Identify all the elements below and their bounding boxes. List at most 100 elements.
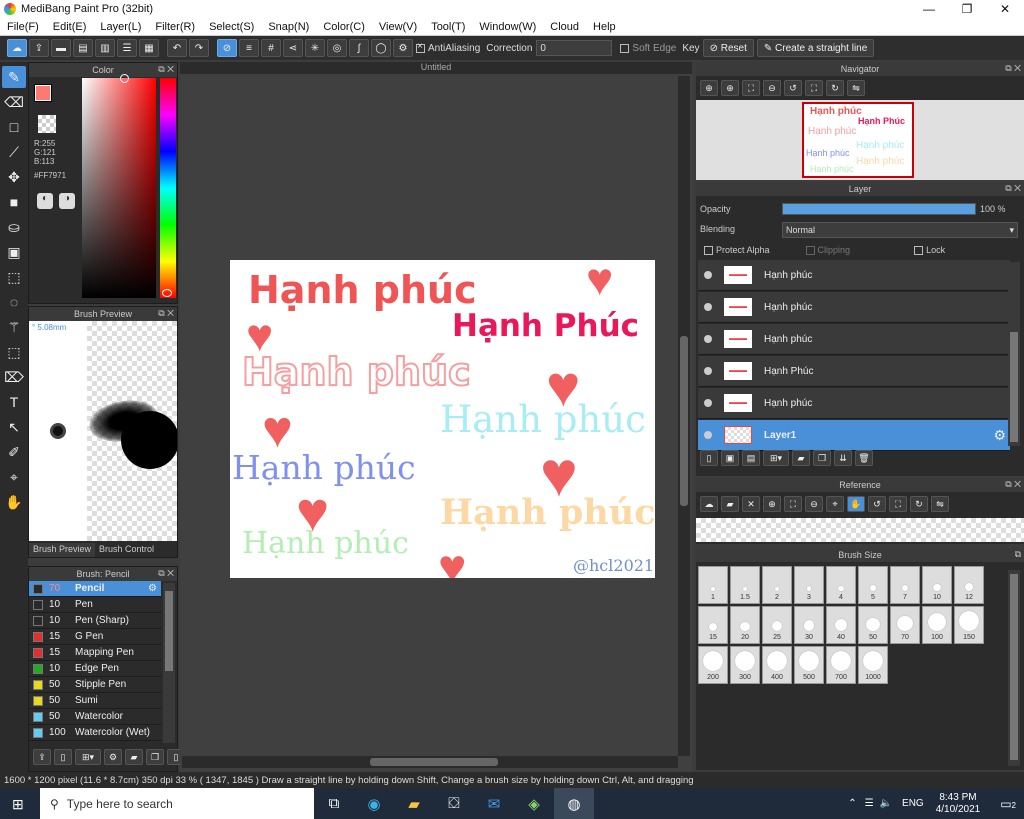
opacity-slider[interactable] [782,203,976,215]
menu-help[interactable]: Help [586,21,623,33]
cloud-icon[interactable]: ☁ [7,39,27,57]
snap-cross-icon[interactable]: # [261,39,281,57]
blending-select[interactable]: Normal ▾ [782,222,1018,238]
protect-alpha-checkbox[interactable] [704,245,713,255]
magic-wand-tool-icon[interactable]: ⚚ [2,316,26,338]
brush-size-option[interactable]: 100 [922,606,952,644]
vertical-scrollbar[interactable] [678,76,690,756]
brush-item[interactable]: 10 Pen [29,597,161,613]
folder-icon[interactable]: ▰ [125,749,143,765]
brush-size-option[interactable]: 500 [794,646,824,684]
menu-filter[interactable]: Filter(R) [148,21,202,33]
gradient-tool-icon[interactable]: ▣ [2,241,26,263]
flip-icon[interactable]: ⇋ [847,80,865,96]
layer-folder-icon[interactable]: ▰ [792,450,810,466]
volume-icon[interactable]: 🔈 [880,798,892,809]
brush-size-option[interactable]: 3 [794,566,824,604]
rotate-left-icon[interactable]: ↺ [868,496,886,512]
rect-tool-icon[interactable]: □ [2,116,26,138]
brush-tool-icon[interactable]: ✎ [2,66,26,88]
zoom-in-icon[interactable]: ⊕ [763,496,781,512]
hand-icon[interactable]: ✋ [847,496,865,512]
panel-close-icon[interactable]: ⧉ ✕ [158,568,174,579]
reference-view[interactable] [696,518,1024,542]
brush-item[interactable]: 10 Pen (Sharp) [29,613,161,629]
antialiasing-checkbox[interactable] [416,41,425,53]
reset-button[interactable]: ⊘ Reset [702,39,754,57]
fit-icon[interactable]: ⛶ [784,496,802,512]
medibang-taskbar-icon[interactable]: ◍ [554,788,594,819]
language-indicator[interactable]: ENG [902,798,924,809]
snap-off-icon[interactable]: ⊘ [217,39,237,57]
menu-color[interactable]: Color(C) [316,21,372,33]
operation-tool-icon[interactable]: ↖ [2,416,26,438]
brush-size-option[interactable]: 300 [730,646,760,684]
chevron-up-icon[interactable]: ⌃ [848,798,856,809]
primary-color-swatch[interactable] [34,84,52,102]
layer-item[interactable]: Layer1 ⚙ [698,420,1010,451]
open-reference-icon[interactable]: ▰ [721,496,739,512]
flip-icon[interactable]: ⇋ [931,496,949,512]
brush-size-option[interactable]: 4 [826,566,856,604]
maximize-button[interactable]: ❐ [948,0,986,18]
divide-tool-icon[interactable]: ✐ [2,441,26,463]
layer-item[interactable]: ▬▬▬ Hạnh Phúc [698,356,1010,387]
list-icon[interactable]: ☰ [117,39,137,57]
reset-view-icon[interactable]: ⛶ [889,496,907,512]
eraser-tool-icon[interactable]: ⌫ [2,91,26,113]
line-tool-icon[interactable]: ⟋ [2,141,26,163]
app-icon[interactable]: ◈ [514,788,554,819]
layer-item[interactable]: ▬▬▬ Hạnh phúc [698,292,1010,323]
brush-size-option[interactable]: 40 [826,606,856,644]
task-view-icon[interactable]: ⧉ [314,788,354,819]
drawing-canvas[interactable]: Hạnh phúc Hạnh Phúc Hạnh phúc Hạnh phúc … [230,260,655,578]
layer-visibility-icon[interactable] [704,335,712,343]
layer-item[interactable]: ▬▬▬ Hạnh phúc [698,324,1010,355]
transparent-swatch[interactable] [38,115,56,133]
panel-close-icon[interactable]: ⧉ ✕ [1005,183,1021,194]
tab-brush-preview[interactable]: Brush Preview [29,543,96,557]
zoom-icon[interactable]: ⊕ [700,80,718,96]
merge-layer-icon[interactable]: ⇊ [834,450,852,466]
panel-close-icon[interactable]: ⧉ [1015,549,1021,560]
brush-settings-icon[interactable]: ⚙ [104,749,122,765]
share-icon[interactable]: ⇪ [29,39,49,57]
snap-radial-icon[interactable]: ✳ [305,39,325,57]
brush-size-option[interactable]: 20 [730,606,760,644]
document-tab[interactable]: Untitled [180,62,692,74]
snap-curve-icon[interactable]: ∫ [349,39,369,57]
layer-settings-icon[interactable]: ⚙ [993,427,1006,444]
move-tool-icon[interactable]: ✥ [2,166,26,188]
brush-size-option[interactable]: 70 [890,606,920,644]
brush-size-option[interactable]: 25 [762,606,792,644]
redo-icon[interactable]: ↷ [189,39,209,57]
layer-scroll-thumb[interactable] [1010,332,1018,442]
brush-item[interactable]: 10 Edge Pen [29,661,161,677]
zoom-out-icon[interactable]: ⊖ [805,496,823,512]
snap-vanish-icon[interactable]: ⋖ [283,39,303,57]
brush-size-option[interactable]: 50 [858,606,888,644]
scroll-thumb[interactable] [165,591,173,671]
brush-size-option[interactable]: 15 [698,606,728,644]
menu-cloud[interactable]: Cloud [543,21,586,33]
brush-size-option[interactable]: 200 [698,646,728,684]
brush-size-scrollbar[interactable] [1008,570,1020,766]
fit-icon[interactable]: ⛶ [742,80,760,96]
mail-icon[interactable]: ✉ [474,788,514,819]
new-8bit-layer-icon[interactable]: ▤ [742,450,760,466]
menu-tool[interactable]: Tool(T) [424,21,472,33]
brush-size-option[interactable]: 1.5 [730,566,760,604]
brush-size-option[interactable]: 1000 [858,646,888,684]
snap-settings-icon[interactable]: ⚙ [393,39,413,57]
layer-item[interactable]: ▬▬▬ Hạnh phúc [698,388,1010,419]
network-icon[interactable]: ☰ [865,798,874,809]
brush-size-option[interactable]: 400 [762,646,792,684]
saturation-value-picker[interactable] [82,74,156,298]
layer-item[interactable]: ▬▬▬ Hạnh phúc [698,260,1010,291]
cloud-brush-icon[interactable]: ⇪ [33,749,51,765]
page-icon[interactable]: ▥ [95,39,115,57]
panel-close-icon[interactable]: ⧉ ✕ [1005,63,1021,74]
file-explorer-icon[interactable]: ▰ [394,788,434,819]
new-brush-icon[interactable]: ▯ [54,749,72,765]
brush-size-option[interactable]: 150 [954,606,984,644]
